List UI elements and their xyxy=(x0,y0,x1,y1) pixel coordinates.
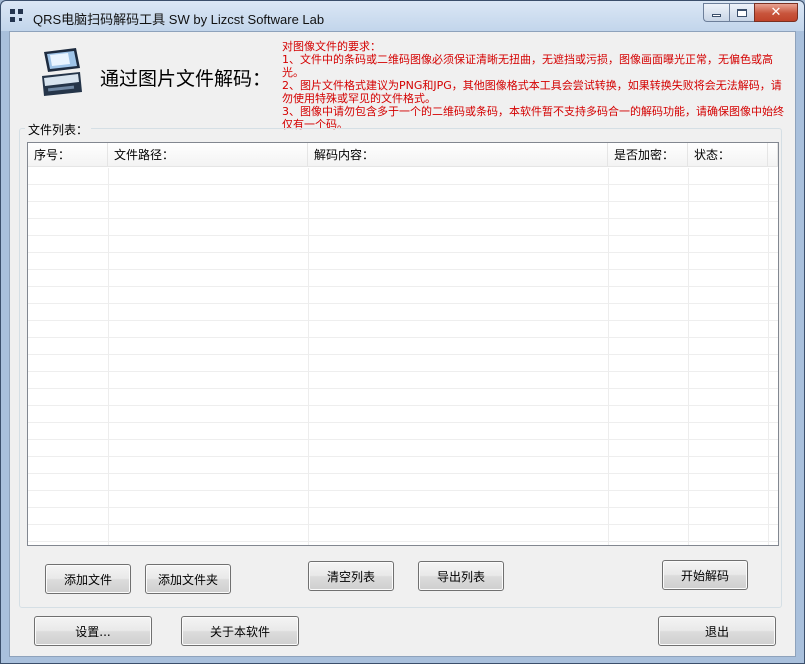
window-title: QRS电脑扫码解码工具 SW by Lizcst Software Lab xyxy=(33,12,325,27)
about-button[interactable]: 关于本软件 xyxy=(181,616,299,646)
close-button[interactable]: ✕ xyxy=(754,3,798,22)
add-folder-button[interactable]: 添加文件夹 xyxy=(145,564,231,594)
column-header-filler xyxy=(768,143,778,167)
requirements-note: 对图像文件的要求： 1、文件中的条码或二维码图像必须保证清晰无扭曲，无遮挡或污损… xyxy=(282,40,790,131)
export-list-button[interactable]: 导出列表 xyxy=(418,561,504,591)
column-header-index[interactable]: 序号： xyxy=(28,143,108,167)
clear-list-button[interactable]: 清空列表 xyxy=(308,561,394,591)
maximize-button[interactable] xyxy=(729,3,754,22)
close-icon: ✕ xyxy=(770,5,782,20)
minimize-icon xyxy=(712,14,721,17)
page-heading: 通过图片文件解码： xyxy=(100,68,272,90)
column-divider xyxy=(308,168,309,545)
window-controls: ✕ xyxy=(703,3,798,22)
table-header: 序号： 文件路径： 解码内容： 是否加密： 状态： xyxy=(28,143,778,167)
requirement-item: 1、文件中的条码或二维码图像必须保证清晰无扭曲，无遮挡或污损，图像画面曝光正常，… xyxy=(282,53,773,79)
start-decode-button[interactable]: 开始解码 xyxy=(662,560,748,590)
column-header-content[interactable]: 解码内容： xyxy=(308,143,608,167)
column-divider xyxy=(108,168,109,545)
file-list-label: 文件列表： xyxy=(25,121,92,138)
title-bar[interactable]: QRS电脑扫码解码工具 SW by Lizcst Software Lab ✕ xyxy=(1,1,804,31)
column-divider xyxy=(688,168,689,545)
column-header-status[interactable]: 状态： xyxy=(688,143,768,167)
settings-button[interactable]: 设置... xyxy=(34,616,152,646)
maximize-icon xyxy=(737,8,747,17)
add-file-button[interactable]: 添加文件 xyxy=(45,564,131,594)
qr-code-icon xyxy=(10,9,26,25)
main-panel: 通过图片文件解码： 对图像文件的要求： 1、文件中的条码或二维码图像必须保证清晰… xyxy=(9,31,796,657)
file-list-table[interactable]: 序号： 文件路径： 解码内容： 是否加密： 状态： xyxy=(27,142,779,546)
column-divider xyxy=(768,168,769,545)
app-window: QRS电脑扫码解码工具 SW by Lizcst Software Lab ✕ … xyxy=(0,0,805,664)
table-body[interactable] xyxy=(28,168,778,545)
requirement-item: 2、图片文件格式建议为PNG和JPG，其他图像格式本工具会尝试转换，如果转换失败… xyxy=(282,79,782,105)
exit-button[interactable]: 退出 xyxy=(658,616,776,646)
column-divider xyxy=(608,168,609,545)
column-header-encrypted[interactable]: 是否加密： xyxy=(608,143,688,167)
scanner-icon xyxy=(42,48,82,96)
requirements-title: 对图像文件的要求： xyxy=(282,40,381,53)
minimize-button[interactable] xyxy=(703,3,729,22)
column-header-path[interactable]: 文件路径： xyxy=(108,143,308,167)
